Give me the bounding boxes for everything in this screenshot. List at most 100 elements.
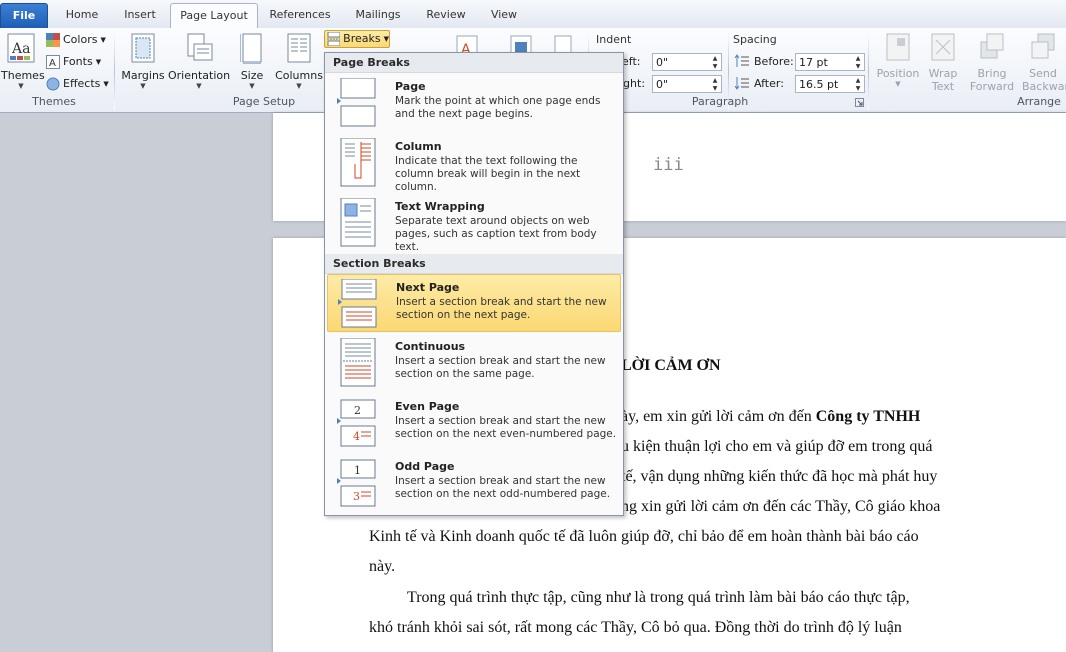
menu-item-odd-page-break[interactable]: 1 3 Odd Page Insert a section break and … xyxy=(327,454,621,512)
even-page-break-icon: 2 4 xyxy=(337,399,376,447)
tab-mailings[interactable]: Mailings xyxy=(346,6,410,28)
themes-button[interactable]: Aa Themes ▼ xyxy=(1,32,45,90)
text-wrapping-break-icon xyxy=(340,198,376,247)
menu-item-page-break[interactable]: Page Mark the point at which one page en… xyxy=(327,74,621,132)
chevron-down-icon: ▼ xyxy=(383,35,389,43)
document-line: tế, vận dụng những kiến thức đã học mà p… xyxy=(621,468,938,485)
spacing-after-icon xyxy=(734,77,749,90)
menu-item-description: Insert a section break and start the new… xyxy=(395,415,617,440)
position-icon xyxy=(886,33,910,61)
wrap-text-icon xyxy=(931,33,955,61)
svg-text:4: 4 xyxy=(353,430,360,443)
indent-left-input[interactable]: 0" ▲ ▼ xyxy=(652,53,722,71)
tab-review[interactable]: Review xyxy=(418,6,474,28)
send-backward-icon xyxy=(1031,33,1055,59)
document-line: u kiện thuận lợi cho em và giúp đỡ em tr… xyxy=(621,438,933,455)
send-backward-button[interactable]: Send Backwar xyxy=(1020,32,1066,93)
size-label: Size xyxy=(240,69,264,82)
group-separator xyxy=(114,32,115,110)
breaks-button[interactable]: Breaks ▼ xyxy=(324,30,390,48)
effects-button[interactable]: Effects ▼ xyxy=(46,75,109,93)
spin-down-icon[interactable]: ▼ xyxy=(711,63,719,71)
bring-forward-button[interactable]: Bring Forward xyxy=(966,32,1018,93)
menu-item-title: Column xyxy=(395,140,442,153)
menu-item-continuous-break[interactable]: Continuous Insert a section break and st… xyxy=(327,334,621,392)
svg-text:1: 1 xyxy=(354,464,361,477)
tab-references[interactable]: References xyxy=(264,6,336,28)
orientation-label: Orientation xyxy=(168,69,231,82)
document-line: này. xyxy=(369,558,396,575)
spacing-before-label: Before: xyxy=(754,55,794,68)
page-number: iii xyxy=(653,155,684,175)
margins-label: Margins xyxy=(121,69,165,82)
page-break-icon xyxy=(337,78,376,127)
dialog-launcher-icon[interactable] xyxy=(855,98,864,107)
chevron-down-icon: ▼ xyxy=(895,80,901,88)
spacing-before-value: 17 pt xyxy=(799,56,828,69)
menu-item-column-break[interactable]: Column Indicate that the text following … xyxy=(327,134,621,193)
colors-icon xyxy=(46,33,60,47)
spin-up-icon[interactable]: ▲ xyxy=(711,55,719,63)
position-label: Position xyxy=(876,67,920,80)
tab-home[interactable]: Home xyxy=(56,6,108,28)
columns-button[interactable]: Columns ▼ xyxy=(274,32,324,90)
indent-right-input[interactable]: 0" ▲ ▼ xyxy=(652,75,722,93)
menu-item-next-page-break[interactable]: Next Page Insert a section break and sta… xyxy=(327,274,621,332)
odd-page-break-icon: 1 3 xyxy=(337,459,376,507)
bring-label-2: Forward xyxy=(969,80,1015,93)
themes-label: Themes xyxy=(1,69,45,82)
svg-text:Aa: Aa xyxy=(11,41,30,57)
themes-group-label: Themes xyxy=(32,95,76,108)
menu-item-text-wrapping-break[interactable]: Text Wrapping Separate text around objec… xyxy=(327,194,621,253)
margins-icon xyxy=(131,33,155,63)
document-line: ng xin gửi lời cảm ơn đến các Thầy, Cô g… xyxy=(621,498,941,515)
spin-up-icon[interactable]: ▲ xyxy=(854,55,862,63)
spacing-label: Spacing xyxy=(733,33,777,46)
document-company-name: Công ty TNHH xyxy=(815,408,921,425)
colors-button[interactable]: Colors ▼ xyxy=(46,31,106,49)
spin-down-icon[interactable]: ▼ xyxy=(854,85,862,93)
size-button[interactable]: Size ▼ xyxy=(236,32,268,90)
menu-item-title: Continuous xyxy=(395,340,466,353)
position-button[interactable]: Position ▼ xyxy=(874,32,922,88)
margins-button[interactable]: Margins ▼ xyxy=(120,32,166,90)
document-line-text: ày, em xin gửi lời cảm ơn đến xyxy=(621,408,816,425)
chevron-down-icon: ▼ xyxy=(18,82,24,90)
menu-item-title: Next Page xyxy=(396,281,460,294)
spacing-after-label: After: xyxy=(754,77,784,90)
arrange-group-label: Arrange xyxy=(1017,95,1061,108)
wrap-text-button[interactable]: Wrap Text xyxy=(924,32,962,93)
bring-label-1: Bring xyxy=(977,67,1007,80)
spin-up-icon[interactable]: ▲ xyxy=(711,77,719,85)
menu-item-description: Separate text around objects on web page… xyxy=(395,215,597,253)
fonts-button[interactable]: A Fonts ▼ xyxy=(46,53,101,71)
chevron-down-icon: ▼ xyxy=(100,36,106,44)
breaks-icon xyxy=(327,32,341,46)
chevron-down-icon: ▼ xyxy=(140,82,146,90)
tab-view[interactable]: View xyxy=(482,6,526,28)
orientation-button[interactable]: Orientation ▼ xyxy=(168,32,230,90)
spin-down-icon[interactable]: ▼ xyxy=(711,85,719,93)
spin-up-icon[interactable]: ▲ xyxy=(854,77,862,85)
spacing-after-input[interactable]: 16.5 pt ▲ ▼ xyxy=(795,75,865,93)
wrap-label-1: Wrap xyxy=(928,67,958,80)
menu-item-description: Insert a section break and start the new… xyxy=(395,355,606,380)
orientation-icon xyxy=(187,33,213,61)
tab-file[interactable]: File xyxy=(0,3,48,28)
document-heading: LỜI CẢM ƠN xyxy=(621,357,721,374)
tab-insert[interactable]: Insert xyxy=(114,6,166,28)
document-line: Kinh tế và Kinh doanh quốc tế đã luôn gi… xyxy=(369,528,919,545)
effects-label: Effects xyxy=(63,77,101,90)
menu-item-title: Text Wrapping xyxy=(395,200,485,213)
spacing-before-input[interactable]: 17 pt ▲ ▼ xyxy=(795,53,865,71)
group-separator xyxy=(868,32,869,110)
page-setup-group-label: Page Setup xyxy=(232,95,296,108)
svg-text:2: 2 xyxy=(354,404,361,417)
menu-item-even-page-break[interactable]: 2 4 Even Page Insert a section break and… xyxy=(327,394,621,452)
indent-label: Indent xyxy=(596,33,632,46)
continuous-break-icon xyxy=(340,338,376,387)
spin-down-icon[interactable]: ▼ xyxy=(854,63,862,71)
tab-page-layout[interactable]: Page Layout xyxy=(170,3,258,30)
page-breaks-header: Page Breaks xyxy=(325,53,623,73)
themes-icon: Aa xyxy=(7,33,35,63)
